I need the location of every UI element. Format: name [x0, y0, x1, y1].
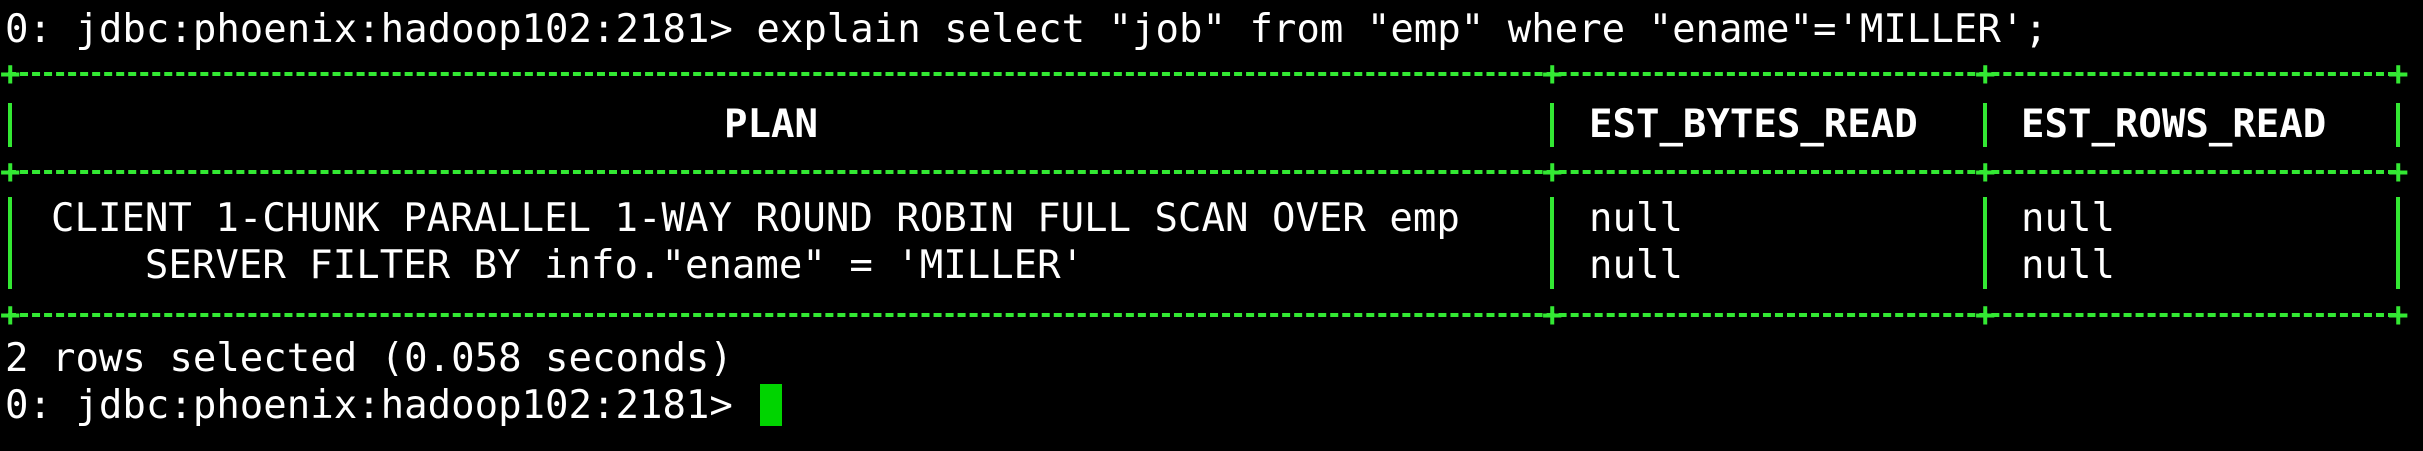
border-corner: + — [1542, 54, 1563, 94]
column-separator — [1550, 103, 1554, 147]
table-border-header — [8, 170, 2396, 174]
border-corner: + — [1975, 295, 1996, 335]
text-cursor — [760, 384, 783, 426]
column-separator — [2396, 197, 2400, 289]
command-line-2[interactable]: 0: jdbc:phoenix:hadoop102:2181> — [5, 382, 783, 429]
table-cell-est-rows-read: null — [2021, 243, 2115, 288]
border-corner: + — [0, 54, 21, 94]
command-line-1: 0: jdbc:phoenix:hadoop102:2181> explain … — [5, 6, 2048, 53]
terminal-window[interactable]: 0: jdbc:phoenix:hadoop102:2181> explain … — [0, 0, 2423, 451]
query-status-line: 2 rows selected (0.058 seconds) — [5, 336, 733, 381]
column-separator — [1983, 197, 1987, 289]
result-table: + + + + + + + + + + + + PLAN EST_BYTES_R… — [0, 54, 2410, 332]
column-separator — [2396, 103, 2400, 147]
border-corner: + — [0, 152, 21, 192]
column-separator — [8, 103, 12, 147]
table-border-bottom — [8, 313, 2396, 317]
border-corner: + — [1542, 152, 1563, 192]
table-cell-plan: CLIENT 1-CHUNK PARALLEL 1-WAY ROUND ROBI… — [51, 196, 1460, 241]
table-cell-est-rows-read: null — [2021, 196, 2115, 241]
prompt-text: 0: jdbc:phoenix:hadoop102:2181> — [5, 383, 757, 428]
table-cell-plan: SERVER FILTER BY info."ename" = 'MILLER' — [51, 243, 1085, 288]
column-separator — [1983, 103, 1987, 147]
table-border-top — [8, 72, 2396, 76]
column-header-est-rows-read: EST_ROWS_READ — [2021, 102, 2327, 147]
column-separator — [8, 197, 12, 289]
border-corner: + — [0, 295, 21, 335]
column-header-plan: PLAN — [724, 102, 818, 147]
border-corner: + — [1542, 295, 1563, 335]
border-corner: + — [1975, 54, 1996, 94]
border-corner: + — [2388, 295, 2409, 335]
table-cell-est-bytes-read: null — [1589, 243, 1683, 288]
border-corner: + — [1975, 152, 1996, 192]
border-corner: + — [2388, 54, 2409, 94]
table-cell-est-bytes-read: null — [1589, 196, 1683, 241]
command-text: explain select "job" from "emp" where "e… — [756, 7, 2048, 52]
border-corner: + — [2388, 152, 2409, 192]
column-header-est-bytes-read: EST_BYTES_READ — [1589, 102, 1918, 147]
column-separator — [1550, 197, 1554, 289]
prompt-text: 0: jdbc:phoenix:hadoop102:2181> — [5, 7, 757, 52]
